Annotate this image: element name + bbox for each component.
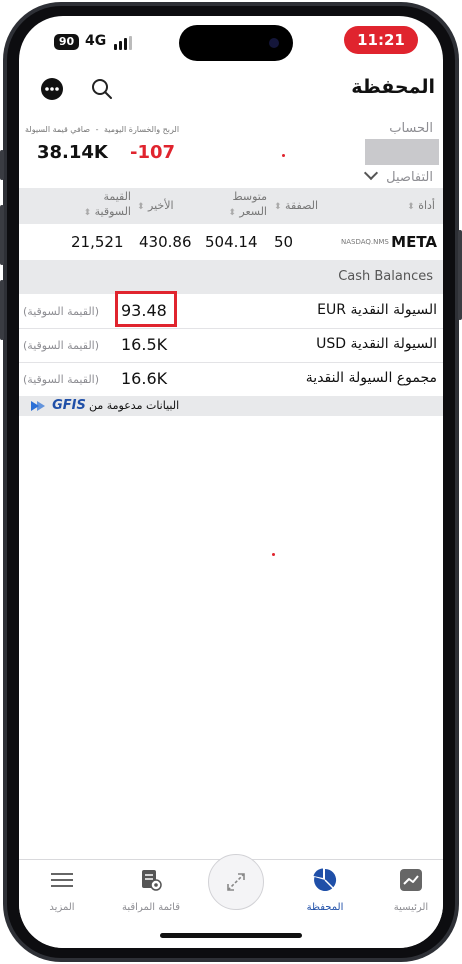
positions-table-header: أداة ⬍ الصفقة ⬍ متوسط السعر ⬍ الأخير ⬍ ا… bbox=[19, 188, 443, 224]
nlv-value: 38.14K bbox=[37, 142, 108, 163]
market-value-tag: (القيمة السوقية) bbox=[23, 373, 100, 386]
cash-label-eur: السيولة النقدية EUR bbox=[317, 302, 437, 318]
page-title: المحفظة bbox=[351, 76, 435, 98]
position-qty: 50 bbox=[274, 233, 294, 251]
network-type: 4G bbox=[85, 33, 107, 49]
nav-watchlist-label[interactable]: قائمة المراقبة bbox=[111, 902, 191, 913]
volume-up-button bbox=[0, 205, 4, 265]
home-chart-icon[interactable] bbox=[400, 869, 422, 891]
dynamic-island bbox=[179, 25, 293, 61]
chevron-down-icon bbox=[363, 165, 379, 181]
col-instrument[interactable]: أداة ⬍ bbox=[407, 199, 435, 212]
power-button bbox=[458, 230, 462, 320]
cash-label-usd: السيولة النقدية USD bbox=[316, 336, 437, 352]
cash-value-usd: 16.5K bbox=[121, 335, 168, 354]
trade-fab-button[interactable] bbox=[208, 854, 264, 910]
account-id-redacted bbox=[365, 139, 439, 165]
summary-labels: الربح والخسارة اليومية - صافي قيمة السيو… bbox=[25, 125, 180, 134]
nav-home-label[interactable]: الرئيسية bbox=[371, 902, 443, 913]
battery-indicator: 90 bbox=[54, 34, 79, 50]
cash-row-eur: (القيمة السوقية) 93.48 السيولة النقدية E… bbox=[19, 291, 443, 328]
watchlist-icon[interactable] bbox=[140, 869, 162, 891]
exchange-label: NASDAQ.NMS bbox=[341, 238, 389, 246]
account-label: الحساب bbox=[389, 121, 433, 136]
cash-label-total: مجموع السيولة النقدية bbox=[305, 370, 437, 386]
market-value-tag: (القيمة السوقية) bbox=[23, 339, 100, 352]
cash-row-total: (القيمة السوقية) 16.6K مجموع السيولة الن… bbox=[19, 362, 443, 396]
menu-icon[interactable] bbox=[51, 872, 73, 888]
activity-dot bbox=[282, 154, 285, 157]
last-price: 430.86 bbox=[139, 233, 192, 251]
nav-more-label[interactable]: المزيد bbox=[22, 902, 102, 913]
search-icon[interactable] bbox=[90, 77, 114, 101]
details-label: التفاصيل bbox=[386, 170, 433, 185]
more-options-icon[interactable] bbox=[41, 78, 63, 100]
signal-icon bbox=[114, 36, 136, 50]
cash-row-usd: (القيمة السوقية) 16.5K السيولة النقدية U… bbox=[19, 328, 443, 362]
col-market-value[interactable]: القيمة السوقية ⬍ bbox=[69, 189, 131, 221]
position-row-meta[interactable]: 21,521 430.86 504.14 50 NASDAQ.NMS META bbox=[19, 224, 443, 260]
home-indicator bbox=[160, 933, 302, 938]
cash-header-label: Cash Balances bbox=[338, 269, 433, 284]
details-link[interactable]: التفاصيل bbox=[363, 165, 433, 185]
portfolio-pie-icon[interactable] bbox=[313, 868, 337, 892]
expand-arrows-icon bbox=[227, 873, 245, 891]
col-position[interactable]: الصفقة ⬍ bbox=[274, 199, 318, 212]
status-time: 11:21 bbox=[344, 26, 418, 54]
col-avg-price[interactable]: متوسط السعر ⬍ bbox=[205, 189, 267, 221]
pl-label: الربح والخسارة اليومية bbox=[104, 125, 180, 134]
cash-value-eur: 93.48 bbox=[121, 301, 167, 320]
symbol-label: META bbox=[391, 233, 437, 251]
loading-dot bbox=[272, 553, 275, 556]
volume-down-button bbox=[0, 280, 4, 340]
daily-pl-value: -107 bbox=[130, 142, 176, 163]
col-last[interactable]: الأخير ⬍ bbox=[137, 199, 174, 212]
avg-price: 504.14 bbox=[205, 233, 258, 251]
market-value: 21,521 bbox=[71, 233, 124, 251]
nlv-label: صافي قيمة السيولة bbox=[25, 125, 91, 134]
nav-portfolio-label[interactable]: المحفظة bbox=[285, 902, 365, 913]
cash-value-total: 16.6K bbox=[121, 369, 168, 388]
gfis-logo: GFIS bbox=[31, 399, 86, 413]
market-value-tag: (القيمة السوقية) bbox=[23, 305, 100, 318]
mute-switch bbox=[0, 150, 4, 180]
data-source-bar: GFIS البيانات مدعومة من bbox=[19, 396, 443, 416]
gfis-arrow-icon bbox=[31, 401, 45, 411]
screen: 90 4G 11:21 المحفظة الحساب الربح والخسار… bbox=[19, 16, 443, 948]
data-source-text: البيانات مدعومة من bbox=[89, 399, 180, 412]
